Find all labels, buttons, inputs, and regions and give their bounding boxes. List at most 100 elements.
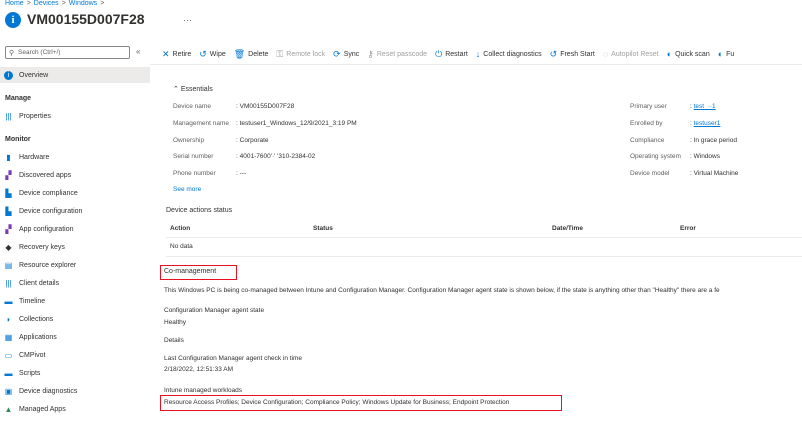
collapse-sidebar-button[interactable]: « — [136, 47, 140, 56]
restart-button[interactable]: ⏻ Restart — [435, 49, 468, 60]
toolbar-label: Wipe — [209, 50, 226, 58]
essentials-value: : 4001-7600'·' '310-2384-02 — [236, 153, 315, 160]
essentials-toggle[interactable]: ⌃ Essentials — [173, 85, 213, 93]
scan-icon: ◐ — [666, 49, 673, 59]
value-text: testuser1_Windows_12/9/2021_3:19 PM — [239, 120, 357, 127]
more-options-button[interactable]: ··· — [183, 15, 192, 25]
sidebar-item-collections[interactable]: ◗ Collections — [0, 311, 150, 327]
collect-diagnostics-button[interactable]: ↓ Collect diagnostics — [476, 49, 542, 59]
table-divider — [166, 256, 802, 257]
sidebar-item-device-diagnostics[interactable]: ▣ Device diagnostics — [0, 383, 150, 399]
sidebar-item-device-configuration[interactable]: ▙ Device configuration — [0, 203, 150, 219]
breadcrumb-home[interactable]: Home — [5, 0, 24, 7]
delete-button[interactable]: 🗑 Delete — [234, 49, 269, 60]
column-error[interactable]: Error — [680, 225, 696, 232]
essentials-value[interactable]: : test_··1 — [690, 103, 716, 110]
sidebar-item-label: Scripts — [19, 369, 41, 377]
chevron-up-icon: ⌃ — [173, 86, 179, 93]
sidebar-item-resource-explorer[interactable]: ▤ Resource explorer — [0, 257, 150, 273]
essentials-label: Serial number — [173, 153, 214, 160]
scripts-icon: ▬ — [4, 368, 13, 378]
autopilot-reset-button[interactable]: ◌ Autopilot Reset — [603, 49, 659, 59]
sidebar-item-device-compliance[interactable]: ▙ Device compliance — [0, 185, 150, 201]
timeline-icon: ▬ — [4, 296, 13, 306]
close-icon: ✕ — [162, 48, 170, 59]
cmpivot-icon: ▭ — [4, 350, 13, 360]
essentials-label: Ownership — [173, 137, 205, 144]
search-placeholder: Search (Ctrl+/) — [18, 49, 61, 56]
search-input[interactable]: ⚲ Search (Ctrl+/) — [5, 46, 130, 59]
column-datetime[interactable]: Date/Time — [552, 225, 583, 232]
quick-scan-button[interactable]: ◐ Quick scan — [667, 49, 710, 59]
value-link[interactable]: testuser1 — [694, 120, 721, 127]
breadcrumb-windows[interactable]: Windows — [69, 0, 97, 7]
agent-state-label: Configuration Manager agent state — [164, 307, 265, 314]
retire-button[interactable]: ✕ Retire — [162, 49, 191, 60]
essentials-label: Device model — [630, 170, 670, 177]
sidebar-item-overview[interactable]: i Overview — [0, 67, 150, 83]
app-config-icon: ▞ — [5, 224, 12, 234]
device-actions-header: Action Status Date/Time Error — [166, 222, 802, 234]
essentials-value: : In grace period — [690, 137, 737, 144]
page-title: VM00155D007F28 — [27, 11, 145, 27]
search-icon: ⚲ — [9, 50, 15, 57]
essentials-value[interactable]: : testuser1 — [690, 120, 720, 127]
scan-icon: ◐ — [717, 49, 724, 59]
sidebar-item-label: Device diagnostics — [19, 387, 78, 395]
sidebar-item-cmpivot[interactable]: ▭ CMPivot — [0, 347, 150, 363]
sidebar-item-scripts[interactable]: ▬ Scripts — [0, 365, 150, 381]
sidebar-item-label: Applications — [19, 333, 57, 341]
sidebar-item-label: Overview — [19, 71, 49, 79]
sidebar-item-client-details[interactable]: ||| Client details — [0, 275, 150, 291]
sidebar-item-label: Hardware — [19, 153, 50, 161]
essentials-label: Device name — [173, 103, 211, 110]
toolbar-divider — [150, 64, 802, 65]
reset-passcode-button[interactable]: ⚷ Reset passcode — [367, 49, 427, 60]
sidebar-item-discovered-apps[interactable]: ▞ Discovered apps — [0, 167, 150, 183]
remote-lock-button[interactable]: ⚿ Remote lock — [276, 49, 325, 60]
value-text: Virtual Machine — [693, 170, 739, 177]
toolbar-label: Sync — [343, 50, 360, 58]
autopilot-icon: ◌ — [602, 49, 609, 59]
apps-icon: ▞ — [5, 170, 12, 180]
power-icon: ⏻ — [435, 48, 443, 59]
wipe-button[interactable]: ↺ Wipe — [199, 49, 226, 60]
sidebar-item-timeline[interactable]: ▬ Timeline — [0, 293, 150, 309]
sidebar-item-app-configuration[interactable]: ▞ App configuration — [0, 221, 150, 237]
essentials-label: Management name — [173, 120, 230, 127]
sidebar-item-properties[interactable]: ||| Properties — [0, 108, 150, 124]
applications-icon: ▦ — [4, 332, 13, 342]
no-data-text: No data — [170, 243, 193, 250]
sidebar-item-managed-apps[interactable]: ▲ Managed Apps — [0, 401, 150, 417]
compliance-icon: ▙ — [5, 188, 12, 198]
sidebar-item-recovery-keys[interactable]: ◆ Recovery keys — [0, 239, 150, 255]
column-status[interactable]: Status — [313, 225, 333, 232]
essentials-value: : Windows — [690, 153, 720, 160]
breadcrumb-devices[interactable]: Devices — [34, 0, 59, 7]
download-icon: ↓ — [475, 49, 481, 59]
last-checkin-label: Last Configuration Manager agent check i… — [164, 355, 303, 362]
essentials-value: : Corporate — [236, 137, 269, 144]
fresh-start-button[interactable]: ↺ Fresh Start — [550, 49, 595, 60]
value-link[interactable]: test_··1 — [694, 103, 716, 110]
collections-icon: ◗ — [6, 314, 11, 324]
sync-button[interactable]: ⟳ Sync — [333, 49, 359, 60]
command-bar: ✕ Retire ↺ Wipe 🗑 Delete ⚿ Remote lock ⟳ Sync ⚷ Res… — [162, 47, 742, 61]
column-action[interactable]: Action — [170, 225, 190, 232]
toolbar-label: Autopilot Reset — [611, 50, 659, 58]
value-text: VM00155D007F28 — [239, 103, 295, 110]
value-text: Corporate — [239, 137, 269, 144]
fu-button[interactable]: ◐ Fu — [718, 49, 735, 59]
co-management-title: Co-management — [164, 268, 217, 275]
info-icon: i — [4, 70, 13, 80]
sidebar-heading-monitor: Monitor — [5, 136, 31, 143]
sidebar-heading-manage: Manage — [5, 95, 32, 102]
chevron-right-icon: > — [61, 0, 66, 7]
sidebar-item-hardware[interactable]: ▮ Hardware — [0, 149, 150, 165]
lock-icon: ⚿ — [276, 48, 284, 59]
sidebar-item-applications[interactable]: ▦ Applications — [0, 329, 150, 345]
workloads-label: Intune managed workloads — [164, 387, 243, 394]
value-text: 4001-7600'·' '310-2384-02 — [239, 153, 316, 160]
see-more-link[interactable]: See more — [173, 186, 201, 193]
essentials-value: : testuser1_Windows_12/9/2021_3:19 PM — [236, 120, 357, 127]
